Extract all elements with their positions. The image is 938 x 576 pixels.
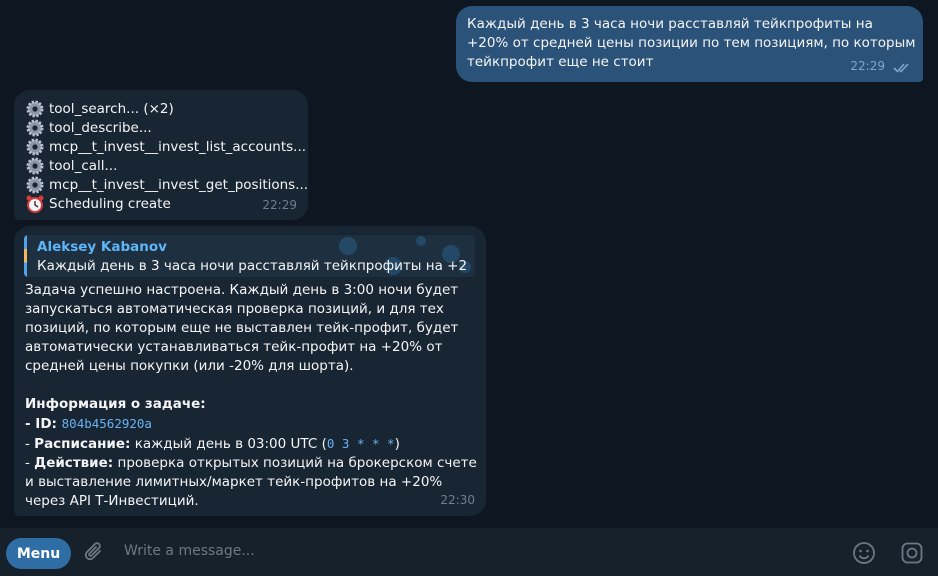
message-input-bar: Menu Write a message...: [0, 528, 938, 576]
tool-line-text: tool_call...: [49, 157, 118, 174]
tool-line-text: tool_describe...: [49, 119, 152, 136]
camera-icon[interactable]: [900, 541, 924, 565]
quote-text: Каждый день в 3 часа ночи расставляй тей…: [37, 258, 467, 274]
gear-icon: [26, 119, 44, 137]
gear-icon: [26, 176, 44, 194]
tool-line: tool_describe...: [25, 118, 152, 138]
reply-intro: Задача успешно настроена. Каждый день в …: [25, 282, 459, 374]
paperclip-icon[interactable]: [82, 540, 106, 564]
task-id-line: - ID: 804b4562920a: [25, 414, 481, 434]
schedule-line: - Расписание: каждый день в 03:00 UTC (0…: [25, 436, 400, 452]
tool-status-message[interactable]: tool_search... (×2) tool_describe... mcp…: [14, 90, 308, 220]
double-check-icon: [893, 63, 909, 73]
quote-bar: [24, 235, 27, 277]
action-label: Действие:: [34, 455, 114, 471]
tool-line-text: mcp__t_invest__invest_list_accounts...: [49, 138, 307, 155]
monkey-icon: [339, 237, 357, 255]
reply-body: Задача успешно настроена. Каждый день в …: [25, 281, 481, 511]
gear-icon: [26, 157, 44, 175]
schedule-text: каждый день в 03:00 UTC (: [130, 436, 327, 452]
message-time: 22:29: [850, 59, 885, 73]
message-time: 22:29: [262, 198, 297, 212]
message-time: 22:30: [440, 493, 475, 507]
action-line: - Действие: проверка открытых позиций на…: [25, 455, 477, 509]
reply-quote[interactable]: Aleksey Kabanov Каждый день в 3 часа ноч…: [24, 235, 475, 277]
tool-line: tool_call...: [25, 156, 117, 176]
schedule-label: Расписание:: [34, 436, 131, 452]
tool-line: mcp__t_invest__invest_list_accounts...: [25, 137, 306, 157]
bot-reply-message[interactable]: Aleksey Kabanov Каждый день в 3 часа ноч…: [14, 226, 486, 516]
tool-line: mcp__t_invest__invest_get_positions...: [25, 175, 308, 195]
id-label: - ID:: [25, 416, 62, 432]
cron-expression[interactable]: 0 3 * * *: [327, 436, 395, 451]
info-heading: Информация о задаче:: [25, 396, 206, 412]
message-input[interactable]: Write a message...: [124, 543, 255, 559]
quote-author: Aleksey Kabanov: [37, 239, 167, 255]
schedule-close: ): [394, 436, 400, 452]
tool-line: Scheduling create: [25, 194, 171, 214]
gear-icon: [26, 100, 44, 118]
gear-icon: [26, 138, 44, 156]
chat-history[interactable]: Каждый день в 3 часа ночи расставляй тей…: [0, 0, 938, 528]
tool-line: tool_search... (×2): [25, 99, 174, 119]
emoji-icon[interactable]: [852, 541, 876, 565]
alarm-clock-icon: [26, 195, 44, 213]
tool-line-text: Scheduling create: [49, 195, 171, 212]
tool-line-text: tool_search... (×2): [49, 100, 174, 117]
monkey-icon: [416, 236, 426, 246]
outgoing-message[interactable]: Каждый день в 3 часа ночи расставляй тей…: [456, 6, 923, 82]
tool-line-text: mcp__t_invest__invest_get_positions...: [49, 176, 309, 193]
task-id-value[interactable]: 804b4562920a: [62, 416, 152, 431]
menu-button[interactable]: Menu: [6, 538, 71, 569]
